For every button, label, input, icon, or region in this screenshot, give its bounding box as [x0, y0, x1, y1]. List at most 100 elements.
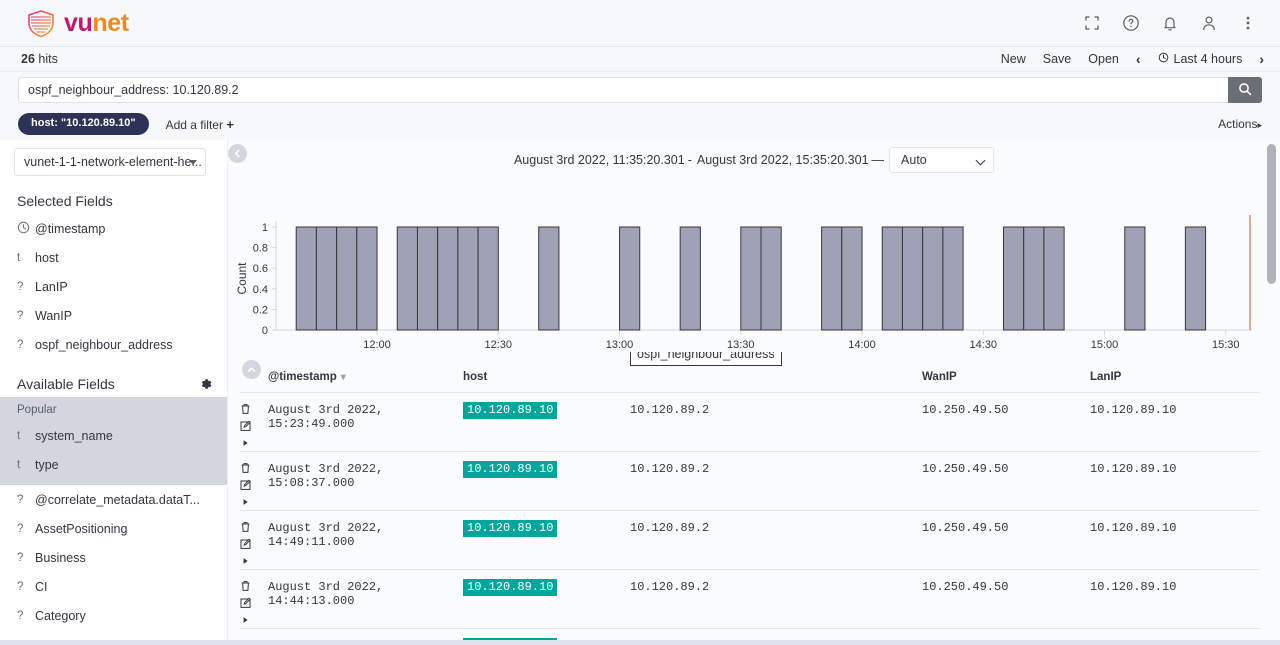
sidebar-field-category[interactable]: ? Category — [0, 601, 227, 630]
row-actions-cell — [240, 392, 268, 452]
expand-row-icon[interactable] — [240, 614, 251, 626]
edit-row-icon[interactable] — [240, 420, 251, 432]
cell-ospf-neighbour-address: 10.120.89.2 — [630, 510, 922, 570]
cell-lanip: 10.120.89.10 — [1090, 392, 1260, 452]
host-value-highlight: 10.120.89.10 — [463, 579, 558, 596]
search-submit-button[interactable] — [1228, 77, 1262, 103]
delete-row-icon[interactable] — [240, 462, 251, 474]
interval-select[interactable]: Auto — [889, 147, 995, 173]
brand-logo[interactable]: vunet — [14, 9, 129, 37]
index-pattern-select[interactable]: vunet-1-1-network-element-he... — [14, 148, 206, 176]
svg-text:0.6: 0.6 — [253, 263, 268, 275]
sidebar-field-type[interactable]: t type — [0, 450, 227, 479]
collapse-chart-button[interactable] — [242, 360, 261, 379]
host-value-highlight: 10.120.89.10 — [463, 402, 558, 419]
table-header-ospf[interactable]: ospf_neighbour_address — [630, 352, 922, 393]
svg-text:15:30: 15:30 — [1212, 339, 1240, 350]
hits-word: hits — [38, 52, 58, 66]
notifications-bell-icon[interactable] — [1160, 13, 1180, 33]
delete-row-icon[interactable] — [240, 403, 251, 415]
search-row — [0, 72, 1280, 108]
chart-range-dash: — — [871, 153, 885, 167]
sidebar-field-wanip[interactable]: ? WanIP — [0, 301, 227, 330]
gear-icon[interactable] — [199, 377, 213, 391]
cell-ospf-neighbour-address: 10.120.89.2 — [630, 451, 922, 511]
clock-icon — [1158, 52, 1169, 66]
main-vertical-scrollbar[interactable] — [1267, 144, 1276, 284]
open-search-button[interactable]: Open — [1088, 52, 1119, 66]
sidebar-field-label: Business — [35, 550, 86, 565]
table-header-timestamp[interactable]: @timestamp ▾ — [268, 352, 463, 393]
table-row[interactable]: August 3rd 2022, 14:49:11.000 10.120.89.1… — [240, 510, 1260, 570]
sidebar-field-business[interactable]: ? Business — [0, 543, 227, 572]
sidebar-field-label: WanIP — [35, 308, 73, 323]
table-header-host[interactable]: host — [463, 352, 630, 393]
vunet-shield-logo-icon — [28, 9, 54, 37]
cell-wanip: 10.250.49.50 — [922, 510, 1090, 570]
sidebar-field-label: Category — [35, 608, 86, 623]
cell-host: 10.120.89.10 — [463, 569, 630, 629]
edit-row-icon[interactable] — [240, 538, 251, 550]
sidebar-field-lanip[interactable]: ? LanIP — [0, 272, 227, 301]
row-actions-cell — [240, 569, 268, 629]
delete-row-icon[interactable] — [240, 521, 251, 533]
cell-wanip: 10.250.49.50 — [922, 569, 1090, 629]
sidebar-field-host[interactable]: t host — [0, 243, 227, 272]
user-account-icon[interactable] — [1199, 13, 1219, 33]
expand-row-icon[interactable] — [240, 555, 251, 567]
actions-menu-button[interactable]: Actions▸ — [1218, 117, 1266, 131]
collapse-sidebar-button[interactable] — [228, 144, 247, 163]
svg-text:14:30: 14:30 — [970, 339, 998, 350]
table-header-lanip[interactable]: LanIP — [1090, 352, 1260, 393]
time-prev-button[interactable]: ‹ — [1136, 51, 1141, 67]
edit-row-icon[interactable] — [240, 597, 251, 609]
sidebar-field-label: type — [35, 457, 59, 472]
table-body: August 3rd 2022, 15:23:49.000 10.120.89.1… — [240, 392, 1260, 645]
filter-pill-host[interactable]: host: "10.120.89.10" — [18, 113, 149, 135]
svg-text:14:00: 14:00 — [848, 339, 876, 350]
save-search-button[interactable]: Save — [1043, 52, 1072, 66]
interval-value: Auto — [901, 153, 927, 167]
time-next-button[interactable]: › — [1259, 51, 1264, 67]
overflow-menu-icon[interactable] — [1238, 13, 1258, 33]
time-range-label: Last 4 hours — [1173, 52, 1243, 66]
new-search-button[interactable]: New — [1001, 52, 1026, 66]
brand-wordmark: vunet — [64, 10, 129, 36]
header-icon-group — [1082, 13, 1266, 33]
add-filter-button[interactable]: Add a filter + — [166, 117, 234, 132]
fullscreen-icon[interactable] — [1082, 13, 1102, 33]
help-icon[interactable] — [1121, 13, 1141, 33]
time-range-picker[interactable]: Last 4 hours — [1158, 52, 1243, 66]
sidebar-field-timestamp[interactable]: @timestamp — [0, 214, 227, 243]
search-input[interactable] — [18, 77, 1228, 103]
app-header: vunet — [0, 0, 1280, 47]
sidebar-field-assetpositioning[interactable]: ? AssetPositioning — [0, 514, 227, 543]
histogram-chart[interactable]: 0 0.2 0.4 0.6 0.8 1 Count 12:00 12:30 13:00 13:30 1… — [228, 175, 1280, 379]
sidebar-field-ospf-neighbour-address[interactable]: ? ospf_neighbour_address — [0, 330, 227, 359]
row-actions-cell — [240, 510, 268, 570]
chevron-left-icon — [235, 149, 240, 158]
expand-row-icon[interactable] — [240, 437, 251, 449]
filter-row: host: "10.120.89.10" Add a filter + Acti… — [0, 108, 1280, 140]
table-row[interactable]: August 3rd 2022, 14:44:13.000 10.120.89.1… — [240, 569, 1260, 629]
table-row[interactable]: August 3rd 2022, 15:08:37.000 10.120.89.1… — [240, 451, 1260, 511]
table-row[interactable]: August 3rd 2022, 15:23:49.000 10.120.89.1… — [240, 392, 1260, 452]
row-action-icon-group — [240, 462, 268, 508]
sidebar-field-correlate-metadata[interactable]: ? @correlate_metadata.dataT... — [0, 485, 227, 514]
popular-fields-list: t system_name t type — [0, 421, 227, 479]
sidebar-field-label: LanIP — [35, 279, 68, 294]
edit-row-icon[interactable] — [240, 479, 251, 491]
expand-row-icon[interactable] — [240, 496, 251, 508]
sort-desc-icon[interactable]: ▾ — [337, 372, 346, 383]
table-header-wanip[interactable]: WanIP — [922, 352, 1090, 393]
field-type-string-icon: t — [17, 429, 21, 442]
field-type-string-icon: t — [17, 251, 21, 264]
delete-row-icon[interactable] — [240, 580, 251, 592]
svg-text:Count: Count — [235, 262, 249, 295]
sidebar-field-system-name[interactable]: t system_name — [0, 421, 227, 450]
available-fields-list: ? @correlate_metadata.dataT... ? AssetPo… — [0, 485, 227, 630]
svg-text:15:00: 15:00 — [1091, 339, 1119, 350]
cell-host: 10.120.89.10 — [463, 392, 630, 452]
sidebar-field-ci[interactable]: ? CI — [0, 572, 227, 601]
hits-bar: 26 hits New Save Open ‹ Last 4 hours › — [0, 47, 1280, 72]
